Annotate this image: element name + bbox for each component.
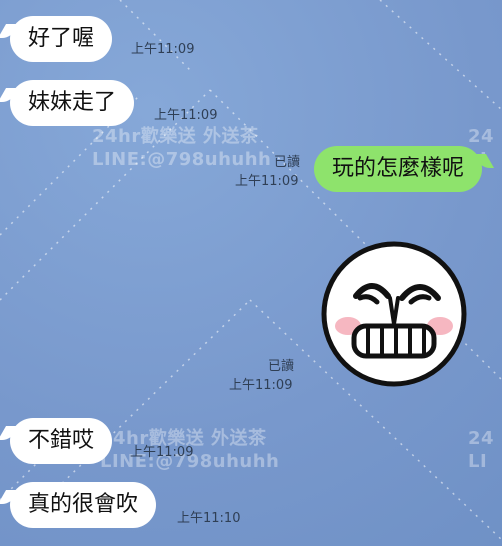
incoming-message-bubble[interactable]: 不錯哎 [10,418,113,465]
grinning-moon-face-sticker[interactable] [320,240,468,388]
message-timestamp: 上午11:09 [235,174,299,189]
watermark-line-2: LINE:@798uhuhh [92,148,272,170]
watermark-block-1: 24hr歡樂送 外送茶 LINE:@798uhuhh [92,126,271,171]
message-timestamp: 上午11:09 [154,108,218,123]
read-receipt: 已讀 [268,359,295,374]
chat-view: 24hr歡樂送 外送茶 LINE:@798uhuhh 24 LI 24hr歡樂送… [0,0,502,546]
watermark-line-1: 24hr歡樂送 外送茶 [92,126,259,147]
message-timestamp: 上午11:09 [131,42,195,57]
message-timestamp: 上午11:10 [177,511,241,526]
read-receipt: 已讀 [274,155,301,170]
message-timestamp: 上午11:09 [130,445,194,460]
incoming-message-bubble[interactable]: 妹妹走了 [10,80,135,127]
watermark-fragment-1: 24 [468,126,495,147]
outgoing-message-bubble[interactable]: 玩的怎麼樣呢 [314,146,483,193]
watermark-fragment-1: 24 [468,428,495,449]
message-timestamp: 上午11:09 [229,378,293,393]
watermark-block-4: 24 LI [468,428,494,473]
incoming-message-bubble[interactable]: 真的很會吹 [10,482,157,529]
incoming-message-bubble[interactable]: 好了喔 [10,16,113,63]
watermark-fragment-2: LI [468,450,488,472]
